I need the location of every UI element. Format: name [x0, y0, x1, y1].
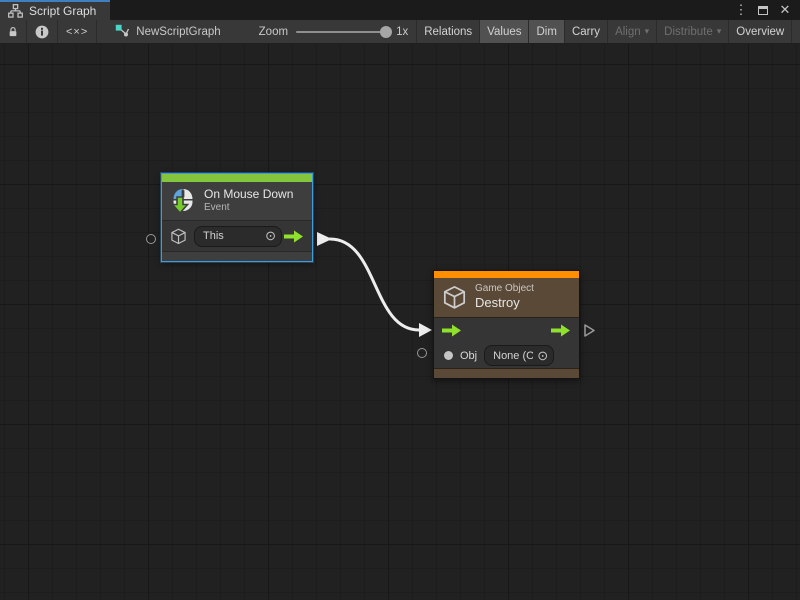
toggle-relations[interactable]: Relations — [417, 20, 480, 43]
node-header: On Mouse Down Event — [162, 182, 312, 221]
connection-start-arrow-icon — [317, 232, 332, 246]
node-on-mouse-down[interactable]: On Mouse Down Event This ⊙ — [161, 173, 313, 262]
dropdown-distribute-label: Distribute — [664, 26, 713, 38]
tab-bar: Script Graph ⋮ ✕ — [0, 0, 800, 20]
graph-asset-icon — [115, 24, 130, 39]
node-title: On Mouse Down — [204, 187, 293, 202]
node-title: Destroy — [475, 295, 534, 311]
tab-script-graph[interactable]: Script Graph — [0, 0, 110, 20]
gameobject-cube-icon — [442, 285, 467, 310]
green-arrow-icon — [551, 324, 571, 337]
gameobject-cube-icon — [170, 228, 187, 245]
destroy-obj-port-icon[interactable] — [417, 348, 427, 358]
zoom-control: Zoom 1x — [259, 20, 418, 43]
lock-icon — [8, 25, 18, 38]
obj-input-field[interactable]: None (O ⊙ — [484, 345, 554, 366]
toggle-dim[interactable]: Dim — [529, 20, 564, 43]
flow-connection — [0, 44, 800, 600]
flow-output-port[interactable] — [284, 230, 304, 243]
flow-continuation-port-icon[interactable] — [583, 323, 596, 338]
inspect-button[interactable] — [27, 20, 58, 43]
dropdown-align[interactable]: Align ▾ — [608, 20, 657, 43]
event-target-port-icon[interactable] — [146, 234, 156, 244]
button-fullscreen[interactable]: Full S — [792, 20, 800, 43]
tab-title: Script Graph — [29, 4, 96, 18]
node-footer — [434, 368, 579, 378]
dropdown-align-label: Align — [615, 26, 641, 38]
zoom-slider-thumb[interactable] — [380, 26, 392, 38]
zoom-label: Zoom — [259, 26, 288, 38]
script-graph-window: Script Graph ⋮ ✕ <×> — [0, 0, 800, 600]
flow-output-port[interactable] — [551, 324, 571, 337]
object-picker-icon[interactable]: ⊙ — [265, 228, 276, 244]
button-overview[interactable]: Overview — [729, 20, 792, 43]
graph-name-label: NewScriptGraph — [136, 26, 220, 38]
button-overview-label: Overview — [736, 26, 784, 38]
graph-picker[interactable]: NewScriptGraph — [97, 20, 230, 43]
toggle-dim-label: Dim — [536, 26, 556, 38]
object-picker-icon[interactable]: ⊙ — [537, 348, 548, 364]
toggle-carry-label: Carry — [572, 26, 600, 38]
chevron-down-icon: ▾ — [645, 27, 650, 36]
obj-port-label: Obj — [460, 350, 477, 362]
target-value: This — [203, 230, 261, 242]
node-subtitle: Event — [204, 202, 293, 214]
unit-accent-strip — [434, 271, 579, 278]
maximize-glyph — [758, 6, 768, 15]
node-destroy[interactable]: Game Object Destroy — [433, 270, 580, 379]
close-icon[interactable]: ✕ — [776, 1, 794, 19]
code-view-button[interactable]: <×> — [58, 20, 97, 43]
graph-hierarchy-icon — [8, 4, 23, 18]
connection-end-arrow-icon — [419, 323, 432, 337]
info-icon — [35, 25, 49, 39]
code-icon: <×> — [66, 26, 88, 38]
window-controls: ⋮ ✕ — [732, 0, 800, 20]
value-input-port-icon[interactable] — [444, 351, 453, 360]
chevron-down-icon: ▾ — [717, 27, 722, 36]
flow-input-port[interactable] — [442, 324, 462, 337]
event-accent-strip — [162, 174, 312, 182]
node-body: This ⊙ — [162, 221, 312, 251]
lock-button[interactable] — [0, 20, 27, 43]
toggle-carry[interactable]: Carry — [565, 20, 608, 43]
maximize-icon[interactable] — [754, 1, 772, 19]
zoom-slider[interactable] — [296, 31, 386, 33]
target-input-field[interactable]: This ⊙ — [194, 226, 282, 247]
toggle-relations-label: Relations — [424, 26, 472, 38]
toggle-values[interactable]: Values — [480, 20, 529, 43]
node-header: Game Object Destroy — [434, 278, 579, 318]
obj-value: None (O — [493, 350, 533, 362]
window-menu-icon[interactable]: ⋮ — [732, 1, 750, 19]
toggle-values-label: Values — [487, 26, 521, 38]
graph-toolbar: <×> NewScriptGraph Zoom 1x Relations Val… — [0, 20, 800, 44]
green-arrow-icon — [284, 230, 304, 243]
node-body: Obj None (O ⊙ — [434, 318, 579, 368]
zoom-value: 1x — [396, 26, 408, 38]
graph-canvas[interactable]: On Mouse Down Event This ⊙ — [0, 44, 800, 600]
mouse-down-icon — [170, 188, 196, 214]
node-supertitle: Game Object — [475, 283, 534, 295]
green-arrow-icon — [442, 324, 462, 337]
node-footer — [162, 251, 312, 261]
dropdown-distribute[interactable]: Distribute ▾ — [657, 20, 729, 43]
